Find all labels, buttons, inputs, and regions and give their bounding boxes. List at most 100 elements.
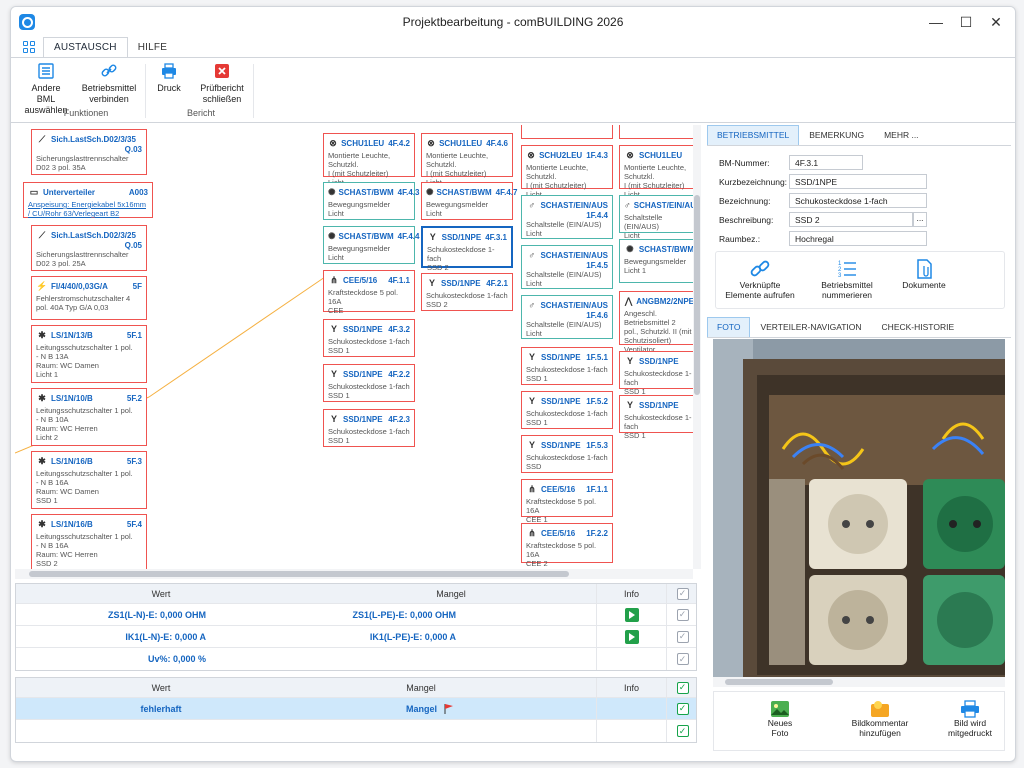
component-card[interactable]: ⋔ CEE/5/16 1F.2.2 Kraftsteckdose 5 pol. 16… — [521, 523, 613, 568]
component-card[interactable]: ⊗ SCHU2LEU 1F.4.3 Montierte Leuchte, Schut… — [521, 145, 613, 199]
tab-check-historie[interactable]: CHECK-HISTORIE — [872, 317, 965, 337]
component-card[interactable]: ♂ SCHAST/EIN/AUS 1F.4.4 Schaltstelle (EIN… — [521, 195, 613, 239]
betriebsmittel-nummerieren-button[interactable]: 123 Betriebsmittel nummerieren — [812, 258, 882, 300]
component-card[interactable]: ✱ LS/1N/13/B 5F.1 Leitungsschutzschalter 1… — [31, 325, 147, 383]
component-card[interactable]: Y SSD/1NPE 1F.5.1 Schukosteckdose 1-fach S… — [521, 347, 613, 385]
apps-grid-icon[interactable] — [23, 41, 35, 53]
component-card[interactable]: ⟋ Sich.LastSch.D02/3/35 Q.03 Sicherungsla… — [31, 129, 147, 175]
bm-nummer-input[interactable]: 4F.3.1 — [789, 155, 863, 170]
card-line: Bewegungsmelder — [624, 257, 687, 266]
beschreibung-ellipsis-button[interactable]: ... — [913, 212, 927, 227]
component-card[interactable]: ⋔ CEE/5/16 4F.1.1 Kraftsteckdose 5 pol. 16… — [323, 270, 415, 315]
kurzbezeichnung-input[interactable]: SSD/1NPE — [789, 174, 927, 189]
socket-photo[interactable] — [713, 339, 1005, 677]
neues-foto-button[interactable]: Neues Foto — [750, 700, 810, 738]
component-card[interactable]: Y SSD/1NPE 4F.2.3 Schukosteckdose 1-fach S… — [323, 409, 415, 447]
component-card-partial[interactable] — [619, 125, 697, 139]
component-card[interactable]: ⋔ CEE/5/16 1F.1.1 Kraftsteckdose 5 pol. 16… — [521, 479, 613, 524]
component-card[interactable]: Y SSD/1NPE 4F.2.1 Schukosteckdose 1-fach S… — [421, 273, 513, 311]
play-icon[interactable] — [624, 629, 639, 644]
tab-betriebsmittel[interactable]: BETRIEBSMITTEL — [707, 125, 800, 145]
row-checkbox[interactable]: ✓ — [676, 702, 689, 715]
row-checkbox[interactable]: ✓ — [676, 725, 689, 737]
card-link[interactable]: Anspeisung: Energiekabel 5x16mm — [28, 200, 148, 209]
component-card[interactable]: Y SSD/1NPE 4F.2.2 Schukosteckdose 1-fach S… — [323, 364, 415, 402]
table-row[interactable]: IK1(L-N)-E: 0,000 A IK1(L-PE)-E: 0,000 A… — [16, 626, 696, 648]
component-card[interactable]: ✱ LS/1N/16/B 5F.3 Leitungsschutzschalter 1… — [31, 451, 147, 509]
action-label: Bild wird — [953, 718, 987, 728]
component-card[interactable]: ♂ SCHAST/EIN/AUS 1F.4.5 Schaltstelle (EIN… — [521, 245, 613, 289]
maximize-button[interactable]: ☐ — [951, 11, 981, 33]
tab-verteiler-navigation[interactable]: VERTEILER-NAVIGATION — [750, 317, 871, 337]
close-button[interactable]: ✕ — [981, 11, 1011, 33]
card-id: 4F.1.1 — [388, 275, 410, 285]
header-checkbox[interactable]: ✓ — [676, 587, 689, 600]
component-card[interactable]: ✺ SCHAST/BWM Bewegungsmelder Licht 1 — [619, 239, 697, 283]
card-line: D02 3 pol. 35A — [36, 163, 86, 172]
card-line: Licht — [328, 209, 344, 218]
component-card-partial[interactable] — [521, 125, 613, 139]
tab-bemerkung[interactable]: BEMERKUNG — [799, 125, 874, 145]
component-card[interactable]: Y SSD/1NPE 1F.5.2 Schukosteckdose 1-fach S… — [521, 391, 613, 429]
component-card-selected[interactable]: Y SSD/1NPE 4F.3.1 Schukosteckdose 1-fach S… — [421, 226, 513, 272]
betriebsmittel-verbinden-button[interactable]: Betriebsmittel verbinden — [77, 62, 141, 105]
bezeichnung-input[interactable]: Schukosteckdose 1-fach — [789, 193, 927, 208]
socket-icon: Y — [528, 439, 535, 450]
component-card[interactable]: ⊗ SCHU1LEU 4F.4.2 Montierte Leuchte, Schut… — [323, 133, 415, 187]
component-card[interactable]: ✱ LS/1N/10/B 5F.2 Leitungsschutzschalter 1… — [31, 388, 147, 446]
component-card[interactable]: ⟋ Sich.LastSch.D02/3/25 Q.05 Sicherungsla… — [31, 225, 147, 271]
header-checkbox[interactable]: ✓ — [676, 681, 689, 694]
component-card[interactable]: ♂ SCHAST/EIN/AUS Schaltstelle (EIN/AUS) L… — [619, 195, 697, 240]
card-id: 1F.4.3 — [586, 150, 608, 160]
cee-socket-icon: ⋔ — [330, 274, 338, 285]
card-line: SSD 2 — [426, 300, 448, 309]
tab-mehr[interactable]: MEHR ... — [874, 125, 928, 145]
distribution-diagram[interactable]: ⟋ Sich.LastSch.D02/3/35 Q.03 Sicherungsla… — [15, 125, 697, 569]
component-card[interactable]: ⊗ SCHU1LEU 4F.4.6 Montierte Leuchte, Schut… — [421, 133, 513, 187]
component-card[interactable]: ✱ LS/1N/16/B 5F.4 Leitungsschutzschalter 1… — [31, 514, 147, 569]
table-row-selected[interactable]: fehlerhaft Mangel ✓ — [16, 698, 696, 720]
card-title: FI/4/40/0,03G/A — [51, 281, 108, 291]
card-id: 4F.3.1 — [485, 232, 507, 242]
component-card[interactable]: ✺ SCHAST/BWM 4F.4.3 Bewegungsmelder Licht — [323, 182, 419, 220]
component-card[interactable]: Y SSD/1NPE Schukosteckdose 1-fach SSD 1 — [619, 395, 697, 440]
component-card[interactable]: ⋀ ANGBM2/2NPE Angeschl. Betriebsmittel 2 … — [619, 291, 697, 354]
component-card[interactable]: Y SSD/1NPE 1F.5.3 Schukosteckdose 1-fach S… — [521, 435, 613, 473]
play-icon[interactable] — [624, 607, 639, 622]
table-row[interactable]: ZS1(L-N)-E: 0,000 OHM ZS1(L-PE)-E: 0,000… — [16, 604, 696, 626]
component-card[interactable]: Y SSD/1NPE 4F.3.2 Schukosteckdose 1-fach S… — [323, 319, 415, 357]
raumbez-input[interactable]: Hochregal — [789, 231, 927, 246]
component-card[interactable]: ✺ SCHAST/BWM 4F.4.4 Bewegungsmelder Licht — [323, 226, 419, 264]
row-checkbox[interactable]: ✓ — [676, 653, 689, 665]
bild-mitgedruckt-button[interactable]: Bild wird mitgedruckt — [938, 700, 1002, 738]
card-link[interactable]: / CU/Rohr 63/Verlegeart B2 — [28, 209, 148, 218]
minimize-button[interactable]: — — [921, 11, 951, 33]
bildkommentar-button[interactable]: Bildkommentar hinzufügen — [840, 700, 920, 738]
row-checkbox[interactable]: ✓ — [676, 608, 689, 621]
header-wert: Wert — [151, 682, 171, 693]
card-id: 4F.4.2 — [388, 138, 410, 148]
druck-button[interactable]: Druck — [149, 62, 189, 94]
tab-foto[interactable]: FOTO — [707, 317, 751, 337]
component-card[interactable]: ✺ SCHAST/BWM 4F.4.7 Bewegungsmelder Licht — [421, 182, 517, 220]
breaker-icon: ✱ — [38, 329, 46, 340]
component-card-unterverteiler[interactable]: ▭ Unterverteiler A003 Anspeisung: Energiek… — [23, 182, 153, 218]
component-card[interactable]: ⊗ SCHU1LEU Montierte Leuchte, Schutzkl. I… — [619, 145, 697, 199]
diagram-vertical-scrollbar[interactable] — [693, 125, 701, 569]
photo-scrollbar[interactable] — [713, 677, 1005, 687]
beschreibung-input[interactable]: SSD 2 — [789, 212, 913, 227]
diagram-horizontal-scrollbar[interactable] — [15, 569, 693, 579]
row-checkbox[interactable]: ✓ — [676, 630, 689, 643]
card-id: Q.05 — [124, 241, 142, 250]
verknuepfte-elemente-button[interactable]: Verknüpfte Elemente aufrufen — [720, 258, 800, 300]
component-card[interactable]: ⚡ FI/4/40/0,03G/A 5F Fehlerstromschutzscha… — [31, 276, 147, 320]
tab-hilfe[interactable]: HILFE — [128, 38, 177, 57]
table-row[interactable]: Uv%: 0,000 % ✓ — [16, 648, 696, 670]
tab-austausch[interactable]: AUSTAUSCH — [43, 37, 128, 57]
card-title: SSD/1NPE — [343, 369, 383, 379]
component-card[interactable]: Y SSD/1NPE Schukosteckdose 1-fach SSD 1 — [619, 351, 697, 396]
pruefbericht-schliessen-button[interactable]: Prüfbericht schließen — [197, 62, 247, 105]
dokumente-button[interactable]: Dokumente — [894, 258, 954, 290]
table-row[interactable]: ✓ — [16, 720, 696, 742]
component-card[interactable]: ♂ SCHAST/EIN/AUS 1F.4.6 Schaltstelle (EIN… — [521, 295, 613, 339]
